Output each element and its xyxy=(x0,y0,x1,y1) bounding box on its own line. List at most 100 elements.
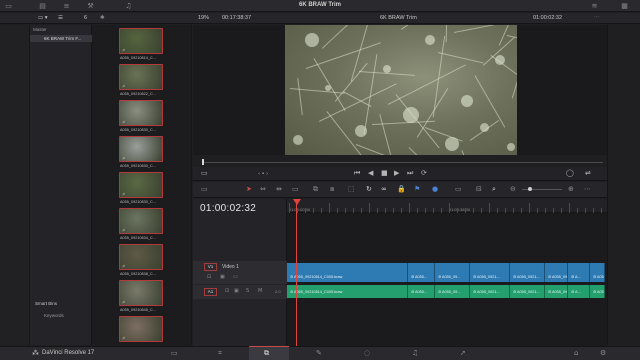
selection-tool-icon[interactable]: ➤ xyxy=(246,185,252,193)
lock-track-icon[interactable]: ⊡ xyxy=(207,274,211,280)
page-deliver-icon[interactable]: ➚ xyxy=(460,349,466,357)
zoom-full-icon[interactable]: ▭ xyxy=(455,185,462,193)
match-frame-icon[interactable]: ◯ xyxy=(566,169,574,177)
replace-clip-icon[interactable]: ⬚ xyxy=(348,185,355,193)
ruler-tick xyxy=(393,208,394,213)
clip-thumbnail[interactable]: ♫ xyxy=(119,316,163,342)
go-to-start-icon[interactable]: ⏮ xyxy=(354,169,360,178)
overwrite-clip-icon[interactable]: ⧈ xyxy=(330,185,334,194)
marker-icon[interactable]: ● xyxy=(432,185,438,193)
inspector-icon[interactable]: ♫ xyxy=(124,2,133,10)
linked-selection-icon[interactable]: ∞ xyxy=(381,185,387,193)
clip-thumbnail[interactable]: ♫ xyxy=(119,172,163,198)
zoom-detail-icon[interactable]: ⊟ xyxy=(476,185,482,193)
list-view-icon[interactable]: ☰ xyxy=(58,15,63,21)
audio-clip[interactable]: ⊘ A... xyxy=(568,285,590,298)
loop-icon[interactable]: ⟳ xyxy=(421,169,427,177)
playhead[interactable] xyxy=(296,199,297,346)
zoom-level[interactable]: 19% xyxy=(198,15,209,21)
play-icon[interactable]: ▶ xyxy=(394,169,399,177)
position-lock-icon[interactable]: 🔒 xyxy=(397,185,406,193)
video-clip[interactable]: ⊘ A055... xyxy=(590,263,605,282)
clip-thumbnail[interactable]: ♫ xyxy=(119,280,163,306)
zoom-custom-icon[interactable]: ⌕ xyxy=(492,185,496,194)
page-fusion-icon[interactable]: ✎ xyxy=(316,349,322,357)
a1-track-tag[interactable]: A1 xyxy=(204,288,217,296)
audio-clip[interactable]: ⊘ A055... xyxy=(590,285,605,298)
solo-icon[interactable]: S xyxy=(246,288,249,294)
page-cut-icon[interactable]: ⌗ xyxy=(218,349,222,358)
video-clip[interactable]: ⊘ A055_0921... xyxy=(470,263,510,282)
scrubber-handle[interactable] xyxy=(202,159,204,165)
clip-thumbnail[interactable]: ♫ xyxy=(119,244,163,270)
sound-library-icon[interactable]: ⚒ xyxy=(86,2,95,10)
clip-thumbnail[interactable]: ♫ xyxy=(119,208,163,234)
page-color-icon[interactable]: ◌ xyxy=(364,349,370,357)
timeline-options-icon[interactable]: ⋯ xyxy=(584,185,591,193)
timeline-ruler[interactable] xyxy=(287,199,607,213)
viewer-mode-icon[interactable]: ▭ xyxy=(201,169,208,177)
page-fairlight-icon[interactable]: ♫ xyxy=(412,349,418,357)
lock-audio-icon[interactable]: ⊡ xyxy=(225,288,229,294)
smart-bins-label[interactable]: Smart Bins xyxy=(35,301,57,306)
video-clip[interactable]: ⊘ A055_09210814_C005.braw xyxy=(287,263,408,282)
timeline-view-icon[interactable]: ▭ xyxy=(201,185,208,193)
v1-track-tag[interactable]: V1 xyxy=(204,263,217,271)
video-clip[interactable]: ⊘ A055... xyxy=(408,263,435,282)
go-to-end-icon[interactable]: ⏭ xyxy=(407,169,413,178)
clip-thumbnail[interactable]: ♫ xyxy=(119,100,163,126)
video-clip[interactable]: ⊘ A055_09... xyxy=(435,263,470,282)
keywords-bin-label[interactable]: Keywords xyxy=(44,313,64,318)
blade-tool-icon[interactable]: ▭ xyxy=(292,185,299,193)
metadata-icon[interactable]: ≋ xyxy=(590,2,599,10)
auto-select-icon[interactable]: ▣ xyxy=(220,274,225,280)
zoom-out-icon[interactable]: ⊖ xyxy=(510,185,516,193)
clip-thumbnail[interactable]: ♫ xyxy=(119,136,163,162)
timeline-name-dropdown[interactable]: 6K BRAW Trim xyxy=(380,15,417,21)
home-icon[interactable]: ⌂ xyxy=(574,349,578,357)
grass-strand xyxy=(321,25,354,49)
page-media-icon[interactable]: ▭ xyxy=(171,349,178,357)
scrubber-bar[interactable] xyxy=(203,162,603,163)
clip-thumbnail[interactable]: ♫ xyxy=(119,28,163,54)
flag-icon[interactable]: ⚑ xyxy=(414,185,420,193)
mixer-icon[interactable]: ▦ xyxy=(620,2,629,10)
clip-thumbnail[interactable]: ♫ xyxy=(119,64,163,90)
play-reverse-icon[interactable]: ◀ xyxy=(368,169,373,177)
audio-clip[interactable]: ⊘ A055_0921... xyxy=(470,285,510,298)
viewer-options-icon[interactable]: ⋯ xyxy=(594,15,600,21)
video-track-name[interactable]: Video 1 xyxy=(222,264,239,270)
viewer-fullscreen-icon[interactable]: ⇌ xyxy=(585,169,591,177)
audio-clip[interactable]: ⊘ A055... xyxy=(408,285,435,298)
page-edit-icon[interactable]: ⧉ xyxy=(264,349,269,358)
master-bin-label[interactable]: Master xyxy=(33,27,47,32)
video-clip[interactable]: ⊘ A055_0921... xyxy=(510,263,545,282)
page-edit-active[interactable] xyxy=(249,346,289,360)
audio-clip[interactable]: ⊘ A055_09... xyxy=(545,285,568,298)
track-visibility-icon[interactable]: ▭ xyxy=(233,274,238,280)
playhead-handle[interactable] xyxy=(293,199,301,205)
trim-tool-icon[interactable]: ⇔ xyxy=(260,185,266,193)
audio-clip[interactable]: ⊘ A055_0921... xyxy=(510,285,545,298)
audio-clip[interactable]: ⊘ A055_09... xyxy=(435,285,470,298)
stop-icon[interactable]: ■ xyxy=(381,169,388,177)
video-clip[interactable]: ⊘ A055_09... xyxy=(545,263,568,282)
zoom-in-icon[interactable]: ⊕ xyxy=(568,185,574,193)
mute-icon[interactable]: M xyxy=(258,288,262,294)
bin-view-icon[interactable]: ▭ ▾ xyxy=(38,15,48,21)
snapping-icon[interactable]: ↻ xyxy=(366,185,372,193)
bin-item[interactable]: 6K BRAW Trim F... xyxy=(30,35,92,42)
media-pool-icon[interactable]: ▭ xyxy=(4,2,13,10)
viewer-frame[interactable] xyxy=(285,25,517,155)
video-clip[interactable]: ⊘ A... xyxy=(568,263,590,282)
edit-index-icon[interactable]: ≡ xyxy=(62,2,71,10)
insert-clip-icon[interactable]: ⧉ xyxy=(313,185,318,194)
sort-icon[interactable]: ✱ xyxy=(100,15,105,21)
dynamic-trim-icon[interactable]: ⇹ xyxy=(276,185,282,193)
jog-icon[interactable]: ‹ • › xyxy=(258,171,268,177)
zoom-slider-handle[interactable] xyxy=(528,187,532,191)
audio-clip[interactable]: ⊘ A055_09210814_C005.braw xyxy=(287,285,408,298)
effects-icon[interactable]: ▤ xyxy=(38,2,47,10)
auto-select-audio-icon[interactable]: ▣ xyxy=(234,288,239,294)
settings-icon[interactable]: ⚙ xyxy=(600,349,606,357)
